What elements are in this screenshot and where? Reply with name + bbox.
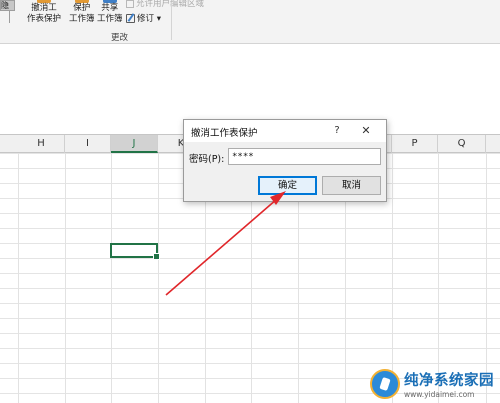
cancel-button[interactable]: 取消 [322,176,381,195]
ribbon-partial-label: 隐藏 [1,1,9,10]
grid-line [438,153,439,403]
track-changes-button[interactable]: 修订 ▾ [126,12,161,24]
unprotect-sheet-dialog: 撤消工作表保护 ? ✕ 密码(P): **** 确定 取消 [183,119,387,202]
ribbon-divider [0,11,10,23]
allow-edit-ranges-label: 允许用户编辑区域 [136,0,205,9]
protect-workbook-label-line2: 工作簿 [69,14,95,24]
close-icon[interactable]: ✕ [359,123,373,138]
unprotect-sheet-button[interactable]: 撤消工 作表保护 [27,0,61,25]
active-cell[interactable] [110,243,160,260]
dialog-title: 撤消工作表保护 [191,128,258,139]
unprotect-sheet-label-line2: 作表保护 [27,14,62,24]
column-header-q[interactable]: Q [438,135,486,153]
grid-line [392,153,393,403]
ribbon-group-label: 更改 [111,33,129,43]
ribbon-group-separator [171,2,172,40]
password-label: 密码(P): [189,154,225,165]
track-changes-icon [126,14,135,23]
grid-line [486,153,487,403]
unprotect-sheet-label-line1: 撤消工 [31,3,57,13]
protect-workbook-button[interactable]: 保护 工作簿 [69,0,95,25]
watermark: 纯净系统家园 www.yidaimei.com [368,367,500,403]
share-workbook-label-line1: 共享 [101,3,119,13]
chevron-down-icon: ▾ [156,14,161,24]
dialog-title-bar[interactable]: 撤消工作表保护 ? ✕ [184,120,386,142]
allow-edit-ranges-icon [126,0,134,8]
share-workbook-button[interactable]: 共享 工作簿 [97,0,123,25]
ok-button[interactable]: 确定 [258,176,317,195]
ribbon-review-tab: 隐藏 撤消工 作表保护 保护 工作簿 共享 工作簿 允许用户编辑区域 修订 ▾ … [0,0,500,44]
password-field[interactable]: **** [228,148,381,165]
grid-line [18,153,19,403]
help-icon[interactable]: ? [330,123,344,138]
watermark-title: 纯净系统家园 [404,373,494,389]
protect-workbook-label-line1: 保护 [73,3,91,13]
allow-edit-ranges-button[interactable]: 允许用户编辑区域 [126,0,204,9]
column-header-h[interactable]: H [18,135,65,153]
column-header-i[interactable]: I [65,135,111,153]
ribbon-partial-button[interactable]: 隐藏 [0,0,15,11]
track-changes-label: 修订 [137,14,155,24]
grid-line [111,153,112,403]
grid-line [158,153,159,403]
grid-line [65,153,66,403]
watermark-logo-icon [370,369,400,399]
share-workbook-label-line2: 工作簿 [97,14,123,24]
column-header-j[interactable]: J [111,135,158,153]
watermark-url: www.yidaimei.com [404,390,475,399]
column-header-p[interactable]: P [392,135,438,153]
